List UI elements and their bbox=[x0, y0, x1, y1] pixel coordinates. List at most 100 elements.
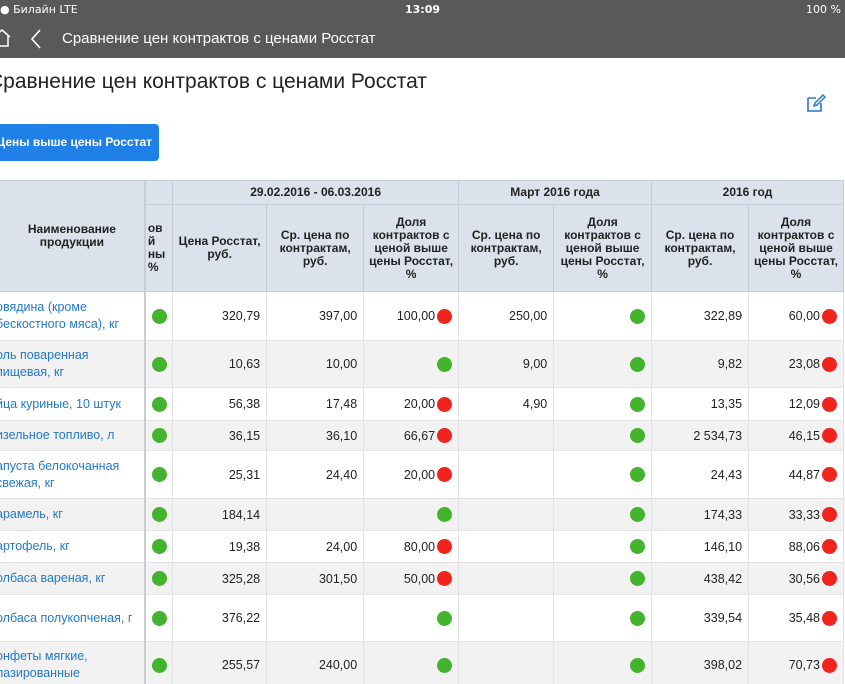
table-row[interactable]: апуста белокочанная свежая, кг 25,31 24,40… bbox=[0, 450, 844, 499]
status-dot bbox=[629, 507, 645, 522]
table-row[interactable]: олбаса вареная, кг 325,28 301,50 50,00 438,4… bbox=[0, 562, 844, 595]
share-month-cell bbox=[553, 498, 652, 531]
avg-price-year-cell: 174,33 bbox=[650, 498, 750, 531]
clipped-indicator-cell bbox=[144, 498, 174, 531]
table-row[interactable]: олбаса полукопченая, г 376,22 339,54 35,48 bbox=[0, 594, 844, 642]
status-dot bbox=[629, 308, 645, 324]
status-dot bbox=[629, 428, 645, 443]
status-dot bbox=[437, 467, 453, 482]
avg-price-week-cell: 36,10 bbox=[266, 420, 365, 451]
clipped-indicator-cell bbox=[144, 562, 174, 595]
home-icon[interactable] bbox=[0, 28, 12, 52]
share-week-cell: 66,67 bbox=[363, 420, 460, 451]
share-month-cell bbox=[553, 387, 652, 421]
product-name-link[interactable]: оль поваренная пищевая, кг bbox=[0, 340, 146, 388]
share-year-cell: 70,73 bbox=[748, 641, 844, 684]
share-year-cell: 60,00 bbox=[748, 291, 844, 341]
share-month-cell bbox=[553, 641, 652, 684]
clipped-indicator-cell bbox=[144, 594, 174, 642]
share-week-cell: 20,00 bbox=[363, 387, 460, 421]
avg-price-month-cell bbox=[458, 562, 555, 595]
share-year-cell: 44,87 bbox=[748, 450, 844, 499]
product-name-link[interactable]: йца куриные, 10 штук bbox=[0, 387, 146, 421]
rosstat-price-header: Цена Росстат, руб. bbox=[172, 204, 268, 292]
avg-price-week-cell: 240,00 bbox=[266, 641, 365, 684]
status-dot bbox=[822, 610, 837, 626]
page-title: Сравнение цен контрактов с ценами Росста… bbox=[0, 70, 427, 93]
status-dot bbox=[437, 507, 453, 522]
share-week-cell: 20,00 bbox=[363, 450, 460, 499]
status-dot bbox=[151, 396, 167, 412]
status-dot bbox=[437, 539, 453, 554]
share-year-cell: 12,09 bbox=[748, 387, 844, 421]
share-week-cell bbox=[363, 498, 460, 531]
status-dot bbox=[822, 467, 837, 482]
product-name-link[interactable]: овядина (кроме бескостного мяса), кг bbox=[0, 291, 146, 341]
share-header-year: Доля контрактов с ценой выше цены Росста… bbox=[748, 204, 844, 292]
status-dot bbox=[629, 467, 645, 482]
avg-price-year-cell: 322,89 bbox=[650, 291, 750, 341]
share-month-cell bbox=[553, 594, 652, 642]
price-table-area[interactable]: Наименование продукции 29.02.2016 - 06.0… bbox=[0, 180, 845, 684]
table-row[interactable]: арамель, кг 184,14 174,33 33,33 bbox=[0, 498, 844, 531]
avg-price-week-cell: 24,40 bbox=[266, 450, 365, 499]
nav-bar: Сравнение цен контрактов с ценами Росста… bbox=[0, 20, 845, 58]
back-chevron-icon[interactable] bbox=[29, 28, 43, 54]
status-dot bbox=[437, 571, 453, 586]
status-dot bbox=[822, 356, 837, 372]
product-name-link[interactable]: арамель, кг bbox=[0, 498, 146, 531]
avg-price-month-cell bbox=[458, 594, 555, 642]
status-dot bbox=[151, 571, 167, 587]
avg-price-month-cell: 250,00 bbox=[458, 291, 555, 341]
clipped-column-header: ов й ны% bbox=[144, 204, 174, 292]
product-name-link[interactable]: олбаса вареная, кг bbox=[0, 562, 146, 595]
status-dot bbox=[629, 356, 645, 372]
avg-price-year-cell: 146,10 bbox=[650, 530, 750, 563]
avg-price-year-cell: 9,82 bbox=[650, 340, 750, 388]
status-dot bbox=[629, 610, 645, 626]
status-dot bbox=[629, 539, 645, 554]
share-week-cell: 80,00 bbox=[363, 530, 460, 563]
status-dot bbox=[822, 428, 837, 443]
clipped-indicator-cell bbox=[144, 530, 174, 563]
share-week-cell bbox=[363, 340, 460, 388]
product-name-link[interactable]: артофель, кг bbox=[0, 530, 146, 563]
rosstat-price-cell: 325,28 bbox=[172, 562, 268, 595]
price-above-rosstat-button[interactable]: Цены выше цены Росстат bbox=[0, 124, 159, 161]
share-week-cell bbox=[363, 641, 460, 684]
product-name-link[interactable]: апуста белокочанная свежая, кг bbox=[0, 450, 146, 499]
avg-price-month-cell bbox=[458, 530, 555, 563]
table-row[interactable]: артофель, кг 19,38 24,00 80,00 146,10 88,06 bbox=[0, 530, 844, 563]
table-row[interactable]: изельное топливо, л 36,15 36,10 66,67 2 534,… bbox=[0, 420, 844, 451]
share-year-cell: 46,15 bbox=[748, 420, 844, 451]
avg-price-year-cell: 339,54 bbox=[650, 594, 750, 642]
status-dot bbox=[437, 308, 453, 324]
status-dot bbox=[151, 657, 167, 673]
table-row[interactable]: онфеты мягкие, лазированные 255,57 240,00 3… bbox=[0, 641, 844, 684]
avg-price-month-cell bbox=[458, 420, 555, 451]
product-name-link[interactable]: олбаса полукопченая, г bbox=[0, 594, 146, 642]
status-dot bbox=[629, 396, 645, 412]
clipped-indicator-cell bbox=[144, 387, 174, 421]
product-name-link[interactable]: изельное топливо, л bbox=[0, 420, 146, 451]
group-header-month: Март 2016 года bbox=[458, 180, 652, 205]
status-dot bbox=[151, 308, 167, 324]
edit-icon[interactable] bbox=[806, 93, 827, 117]
rosstat-price-cell: 320,79 bbox=[172, 291, 268, 341]
avg-price-week-cell bbox=[266, 594, 365, 642]
table-row[interactable]: йца куриные, 10 штук 56,38 17,48 20,00 4,90 1… bbox=[0, 387, 844, 421]
share-year-cell: 23,08 bbox=[748, 340, 844, 388]
product-name-header: Наименование продукции bbox=[0, 180, 146, 292]
avg-price-year-cell: 398,02 bbox=[650, 641, 750, 684]
rosstat-price-cell: 19,38 bbox=[172, 530, 268, 563]
battery-label: 100 % bbox=[806, 3, 841, 16]
avg-price-year-cell: 2 534,73 bbox=[650, 420, 750, 451]
table-row[interactable]: оль поваренная пищевая, кг 10,63 10,00 9,00… bbox=[0, 340, 844, 388]
rosstat-price-cell: 255,57 bbox=[172, 641, 268, 684]
product-name-link[interactable]: онфеты мягкие, лазированные bbox=[0, 641, 146, 684]
share-year-cell: 88,06 bbox=[748, 530, 844, 563]
table-row[interactable]: овядина (кроме бескостного мяса), кг 320,… bbox=[0, 291, 844, 341]
nav-title: Сравнение цен контрактов с ценами Росста… bbox=[62, 30, 376, 47]
price-comparison-table: Наименование продукции 29.02.2016 - 06.0… bbox=[0, 180, 845, 684]
clipped-indicator-cell bbox=[144, 291, 174, 341]
